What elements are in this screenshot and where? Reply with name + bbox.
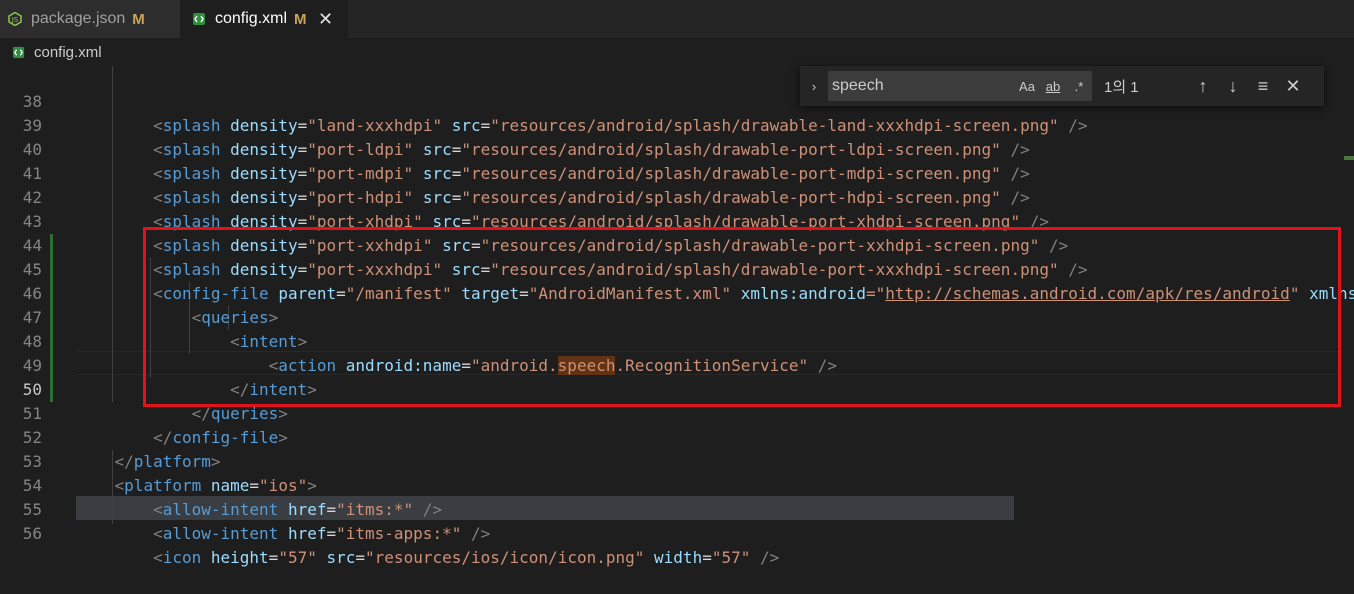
find-input-box: Aa ab .*: [828, 71, 1092, 101]
close-tab-icon[interactable]: ✕: [317, 9, 335, 30]
nodejs-icon: JS: [8, 11, 22, 27]
find-widget: › Aa ab .* 1의 1 ↑ ↓ ≡ ✕: [800, 66, 1324, 106]
next-match-icon[interactable]: ↓: [1218, 76, 1248, 97]
toggle-replace-icon[interactable]: ›: [800, 79, 828, 94]
tab-label: config.xml: [215, 10, 288, 27]
code-line[interactable]: 40 <splash density="port-mdpi" src="reso…: [0, 114, 1340, 183]
xml-file-icon: [192, 12, 206, 26]
code-line[interactable]: 53 <platform name="ios">: [0, 426, 1340, 495]
code-line[interactable]: 56 <icon height="57" src="resources/ios/…: [0, 498, 1340, 567]
tab-package-json[interactable]: JS package.json M: [0, 0, 180, 38]
code-line[interactable]: 41 <splash density="port-hdpi" src="reso…: [0, 138, 1340, 207]
line-number: 56: [22, 524, 42, 543]
breadcrumb-file[interactable]: config.xml: [34, 44, 102, 61]
match-count: 1의 1: [1104, 78, 1139, 96]
code-line[interactable]: 54 <allow-intent href="itms:*" />: [0, 450, 1340, 519]
find-input[interactable]: [828, 72, 1014, 100]
tab-label: package.json: [31, 10, 126, 27]
whole-word-toggle[interactable]: ab: [1040, 79, 1066, 94]
find-in-selection-icon[interactable]: ≡: [1248, 76, 1278, 97]
line-content: <icon height="57" src="resources/ios/ico…: [153, 548, 780, 567]
editor-tab-bar: JS package.json M config.xml M ✕: [0, 0, 1354, 38]
modified-indicator: M: [294, 10, 307, 28]
code-line[interactable]: 55 <allow-intent href="itms-apps:*" />: [0, 474, 1340, 543]
xml-file-icon: [12, 46, 25, 59]
match-case-toggle[interactable]: Aa: [1014, 79, 1040, 94]
code-line[interactable]: 42 <splash density="port-xhdpi" src="res…: [0, 162, 1340, 231]
line-content: <allow-intent href="itms-apps:*" />: [153, 524, 491, 543]
modified-indicator: M: [132, 10, 145, 28]
annotation-box: [143, 227, 1341, 407]
scrollbar-change-marker: [1344, 156, 1354, 160]
regex-toggle[interactable]: .*: [1066, 79, 1092, 94]
code-editor[interactable]: 38 <splash density="land-xxxhdpi" src="r…: [0, 66, 1354, 567]
svg-text:JS: JS: [11, 16, 19, 24]
close-find-icon[interactable]: ✕: [1278, 76, 1308, 97]
breadcrumb: config.xml: [0, 38, 1354, 66]
tab-config-xml[interactable]: config.xml M ✕: [180, 0, 348, 38]
previous-match-icon[interactable]: ↑: [1188, 76, 1218, 97]
code-line[interactable]: 43 <splash density="port-xxhdpi" src="re…: [0, 186, 1340, 255]
